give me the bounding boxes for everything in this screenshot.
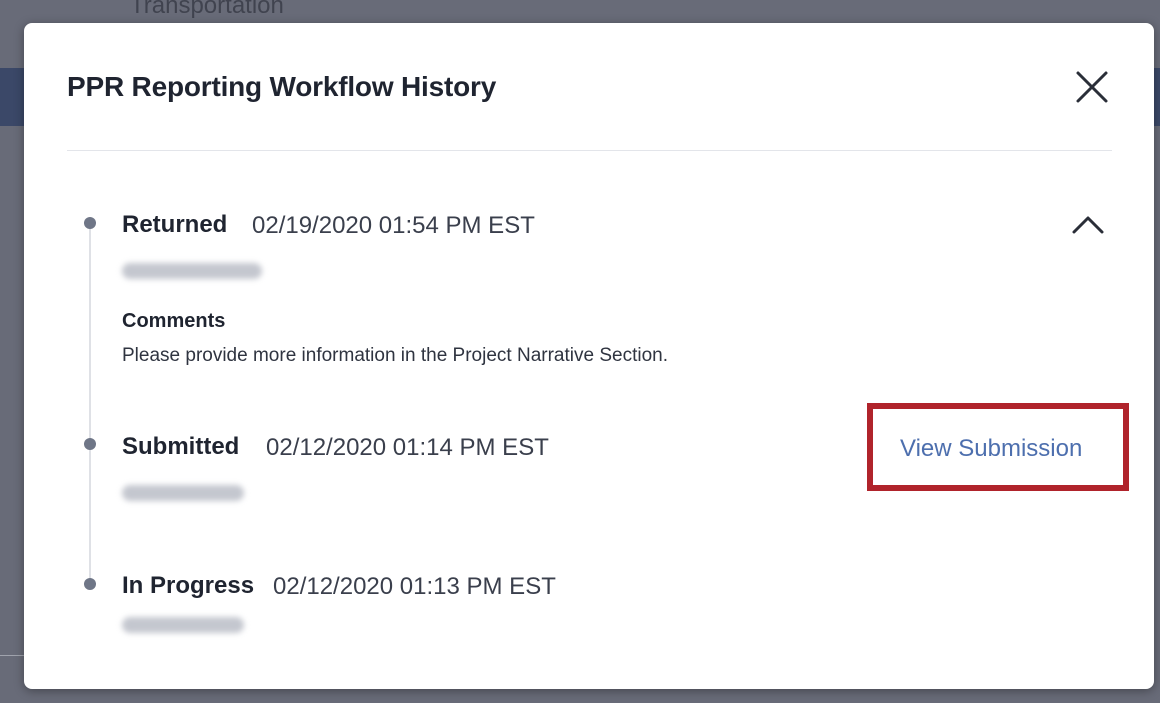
collapse-button[interactable] [1068, 210, 1108, 240]
timeline-dot [84, 217, 96, 229]
history-timestamp: 02/12/2020 01:14 PM EST [266, 434, 549, 461]
history-timestamp: 02/12/2020 01:13 PM EST [273, 573, 556, 600]
history-status: In Progress [122, 572, 255, 599]
background-divider [0, 655, 24, 656]
history-user-redacted [122, 617, 244, 633]
close-button[interactable] [1072, 67, 1112, 107]
history-status: Returned [122, 211, 228, 238]
chevron-up-icon [1072, 216, 1104, 234]
history-user-redacted [122, 263, 262, 279]
header-divider [67, 150, 1112, 151]
workflow-history-modal: PPR Reporting Workflow History Returned … [24, 23, 1154, 689]
modal-title: PPR Reporting Workflow History [67, 71, 497, 102]
highlight-box [867, 403, 1129, 491]
comments-heading: Comments [122, 310, 226, 332]
history-user-redacted [122, 485, 244, 501]
background-heading: Transportation [130, 0, 284, 19]
timeline-line [89, 223, 91, 589]
timeline-dot [84, 438, 96, 450]
timeline-dot [84, 578, 96, 590]
comments-text: Please provide more information in the P… [122, 345, 668, 366]
history-timestamp: 02/19/2020 01:54 PM EST [252, 212, 535, 239]
history-status: Submitted [122, 433, 240, 460]
close-icon [1076, 71, 1108, 103]
